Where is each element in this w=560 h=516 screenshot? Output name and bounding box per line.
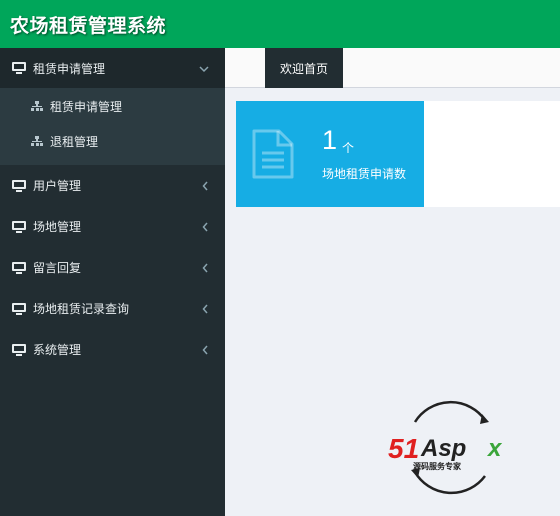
sitemap-icon [31, 101, 43, 112]
svg-text:x: x [486, 435, 503, 462]
chevron-left-icon [202, 165, 209, 206]
watermark-logo: 51 Asp x 源码服务专家 [388, 400, 503, 495]
stat-value: 1 [322, 125, 338, 155]
sidebar-item-label: 系统管理 [33, 343, 82, 357]
sidebar: 租赁申请管理 租赁申请管理 退租管理 用户管理 场地管理 留言回复 场地租赁记录… [0, 48, 225, 516]
sidebar-item-venue-management[interactable]: 场地管理 [0, 206, 225, 247]
watermark-tagline: 源码服务专家 [413, 461, 462, 471]
desktop-icon [12, 343, 26, 356]
submenu-rental-applications: 租赁申请管理 退租管理 [0, 88, 225, 165]
sidebar-item-label: 场地租赁记录查询 [33, 302, 130, 316]
sitemap-icon [31, 136, 43, 147]
chevron-left-icon [202, 329, 209, 370]
app-title: 农场租赁管理系统 [10, 14, 167, 37]
desktop-icon [12, 62, 26, 74]
desktop-icon [12, 302, 26, 315]
top-header-bar: 农场租赁管理系统 [0, 0, 560, 48]
desktop-icon [12, 179, 26, 192]
tab-welcome-home[interactable]: 欢迎首页 [265, 48, 343, 88]
submenu-item-rental-applications[interactable]: 租赁申请管理 [0, 89, 225, 124]
chevron-down-icon [199, 48, 209, 89]
submenu-item-label: 退租管理 [50, 135, 99, 149]
stat-label: 场地租赁申请数 [322, 167, 407, 181]
desktop-icon [12, 220, 26, 233]
sidebar-item-system-management[interactable]: 系统管理 [0, 329, 225, 370]
desktop-icon [12, 261, 26, 274]
sidebar-item-label: 场地管理 [33, 220, 82, 234]
tab-bar: 欢迎首页 [225, 48, 560, 88]
document-icon [252, 129, 294, 179]
stat-unit: 个 [342, 141, 355, 155]
stat-box-rental-applications[interactable]: 1 个 场地租赁申请数 [236, 101, 424, 207]
svg-text:51: 51 [388, 433, 419, 464]
sidebar-item-user-management[interactable]: 用户管理 [0, 165, 225, 206]
stat-panel: 1 个 场地租赁申请数 [236, 101, 560, 207]
sidebar-item-rental-records[interactable]: 场地租赁记录查询 [0, 288, 225, 329]
submenu-item-lease-termination[interactable]: 退租管理 [0, 124, 225, 159]
chevron-left-icon [202, 247, 209, 288]
sidebar-item-label: 留言回复 [33, 261, 82, 275]
chevron-left-icon [202, 288, 209, 329]
sidebar-item-label: 用户管理 [33, 179, 82, 193]
svg-text:Asp: Asp [420, 435, 466, 462]
submenu-item-label: 租赁申请管理 [50, 100, 123, 114]
sidebar-item-label: 租赁申请管理 [33, 61, 106, 76]
chevron-left-icon [202, 206, 209, 247]
sidebar-item-rental-applications[interactable]: 租赁申请管理 [0, 48, 225, 88]
sidebar-item-message-reply[interactable]: 留言回复 [0, 247, 225, 288]
